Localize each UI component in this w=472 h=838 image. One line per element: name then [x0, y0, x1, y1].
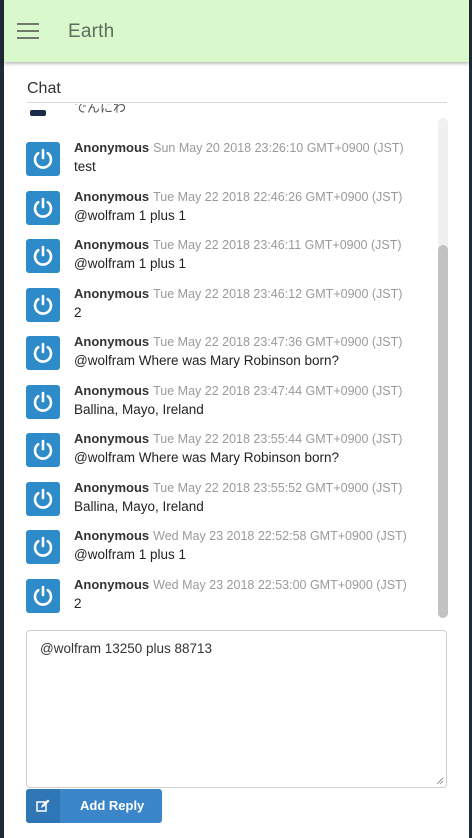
- app-title: Earth: [68, 21, 115, 42]
- power-icon: [33, 585, 53, 606]
- message-timestamp: Tue May 22 2018 23:55:44 GMT+0900 (JST): [153, 432, 403, 446]
- resize-grip-icon[interactable]: [436, 777, 444, 785]
- power-icon: [33, 294, 53, 315]
- message-timestamp: Tue May 22 2018 23:46:12 GMT+0900 (JST): [153, 286, 403, 301]
- message-text: Ballina, Mayo, Ireland: [74, 498, 204, 514]
- message-timestamp: Wed May 23 2018 22:53:00 GMT+0900 (JST): [153, 577, 407, 592]
- avatar: [26, 481, 60, 516]
- author-name: Anonymous: [74, 140, 150, 155]
- add-reply-button[interactable]: Add Reply: [26, 789, 162, 823]
- author-name: Anonymous: [74, 285, 150, 301]
- power-icon: [33, 488, 53, 509]
- message-text: @wolfram Where was Mary Robinson born?: [74, 450, 340, 465]
- message-text: 2: [74, 304, 82, 320]
- avatar: [26, 287, 60, 322]
- message-author: Anonymous Tue May 22 2018 22:46:26 GMT+09…: [74, 189, 402, 204]
- message-item: Anonymous Tue May 22 2018 23:55:44 GMT+09…: [26, 431, 436, 475]
- message-timestamp: Tue May 22 2018 23:46:11 GMT+0900 (JST): [153, 238, 402, 252]
- message-text: @wolfram 1 plus 1: [74, 207, 186, 223]
- edit-icon: [26, 789, 60, 823]
- author-name: Anonymous: [74, 431, 150, 446]
- power-icon: [33, 536, 53, 557]
- scrollbar-thumb[interactable]: [438, 245, 448, 618]
- message-item: Anonymous Tue May 22 2018 23:46:11 GMT+09…: [26, 237, 436, 281]
- avatar: [26, 190, 60, 225]
- message-author: Anonymous Tue May 22 2018 23:47:44 GMT+09…: [74, 383, 402, 398]
- power-icon: [33, 439, 53, 460]
- message-author: Anonymous Wed May 23 2018 22:52:58 GMT+09…: [74, 528, 407, 543]
- partial-message-text: でんにわ: [74, 104, 127, 115]
- message-item: Anonymous Tue May 22 2018 23:46:12 GMT+09…: [26, 286, 436, 330]
- author-name: Anonymous: [74, 479, 150, 495]
- power-icon: [33, 197, 53, 218]
- heading-divider: [27, 102, 447, 103]
- avatar: [26, 433, 60, 467]
- message-text: @wolfram Where was Mary Robinson born?: [74, 353, 340, 368]
- message-text: @wolfram 1 plus 1: [74, 256, 186, 271]
- message-timestamp: Tue May 22 2018 23:55:52 GMT+0900 (JST): [153, 480, 403, 495]
- partial-message: でんにわ: [26, 104, 436, 122]
- message-list[interactable]: でんにわ Anonymous Sun May 20 2018 23:26:10 G…: [4, 104, 469, 620]
- avatar: [26, 142, 60, 176]
- message-item: Anonymous Wed May 23 2018 22:53:00 GMT+09…: [26, 577, 436, 621]
- message-item: Anonymous Tue May 22 2018 22:46:26 GMT+09…: [26, 189, 436, 233]
- message-item: Anonymous Tue May 22 2018 23:55:52 GMT+09…: [26, 480, 436, 524]
- message-author: Anonymous Tue May 22 2018 23:47:36 GMT+09…: [74, 334, 402, 349]
- message-text: 2: [74, 595, 82, 611]
- message-text: @wolfram 1 plus 1: [74, 547, 186, 562]
- message-timestamp: Tue May 22 2018 23:47:36 GMT+0900 (JST): [153, 335, 403, 349]
- author-name: Anonymous: [74, 528, 150, 543]
- message-author: Anonymous Tue May 22 2018 23:55:44 GMT+09…: [74, 431, 402, 446]
- message-author: Anonymous Tue May 22 2018 23:55:52 GMT+09…: [74, 480, 402, 495]
- power-icon: [33, 245, 53, 266]
- author-name: Anonymous: [74, 334, 150, 349]
- add-reply-label: Add Reply: [80, 798, 145, 813]
- app-bar: Earth: [4, 0, 469, 62]
- power-icon: [33, 148, 53, 169]
- message-author: Anonymous Sun May 20 2018 23:26:10 GMT+09…: [74, 140, 404, 155]
- reply-input[interactable]: @wolfram 13250 plus 88713: [26, 630, 447, 788]
- avatar: [26, 530, 60, 564]
- avatar: [26, 239, 60, 273]
- author-name: Anonymous: [74, 237, 150, 252]
- message-author: Anonymous Tue May 22 2018 23:46:11 GMT+09…: [74, 237, 402, 252]
- message-item: Anonymous Sun May 20 2018 23:26:10 GMT+09…: [26, 140, 436, 184]
- power-icon: [33, 342, 53, 363]
- message-author: Anonymous Tue May 22 2018 23:46:12 GMT+09…: [74, 286, 402, 301]
- app-window: Earth Chat でんにわ Anonymous Sun May 20 2018…: [4, 0, 469, 838]
- message-text: test: [74, 159, 96, 174]
- message-item: Anonymous Wed May 23 2018 22:52:58 GMT+09…: [26, 528, 436, 572]
- author-name: Anonymous: [74, 382, 150, 398]
- hamburger-menu-icon[interactable]: [17, 22, 39, 40]
- message-text: Ballina, Mayo, Ireland: [74, 401, 204, 417]
- message-timestamp: Tue May 22 2018 22:46:26 GMT+0900 (JST): [153, 189, 403, 204]
- message-item: Anonymous Tue May 22 2018 23:47:44 GMT+09…: [26, 383, 436, 427]
- avatar: [26, 336, 60, 370]
- message-author: Anonymous Wed May 23 2018 22:53:00 GMT+09…: [74, 577, 407, 592]
- avatar: [30, 110, 46, 116]
- message-timestamp: Sun May 20 2018 23:26:10 GMT+0900 (JST): [153, 141, 404, 155]
- message-item: Anonymous Tue May 22 2018 23:47:36 GMT+09…: [26, 334, 436, 378]
- author-name: Anonymous: [74, 576, 150, 592]
- message-timestamp: Tue May 22 2018 23:47:44 GMT+0900 (JST): [153, 383, 403, 398]
- power-icon: [33, 391, 53, 412]
- avatar: [26, 384, 60, 419]
- chat-heading: Chat: [27, 80, 61, 97]
- avatar: [26, 578, 60, 613]
- message-timestamp: Wed May 23 2018 22:52:58 GMT+0900 (JST): [153, 529, 407, 543]
- author-name: Anonymous: [74, 188, 150, 204]
